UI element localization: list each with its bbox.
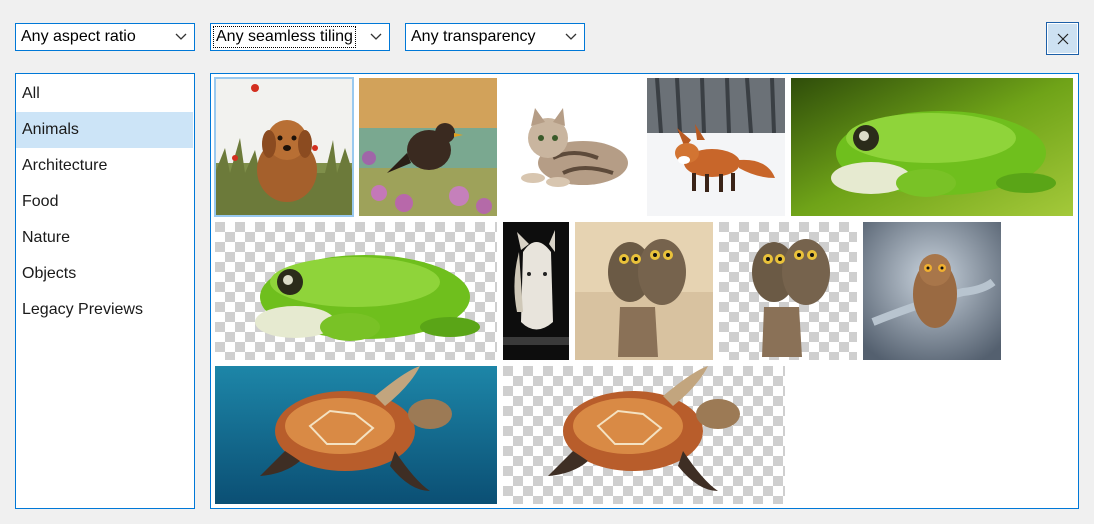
category-item-legacy-previews[interactable]: Legacy Previews xyxy=(16,292,193,328)
chevron-down-icon xyxy=(370,33,382,40)
seamless-tiling-value: Any seamless tiling xyxy=(213,26,356,48)
image-thumb-sea-turtle[interactable] xyxy=(215,366,497,504)
category-item-all[interactable]: All xyxy=(16,76,193,112)
transparency-combobox[interactable]: Any transparency xyxy=(405,23,585,51)
transparency-value: Any transparency xyxy=(411,28,536,45)
seamless-tiling-combobox[interactable]: Any seamless tiling xyxy=(210,23,390,51)
image-thumb-fox[interactable] xyxy=(647,78,785,216)
image-thumb-kitten[interactable] xyxy=(503,78,641,216)
category-item-food[interactable]: Food xyxy=(16,184,193,220)
category-list[interactable]: All Animals Architecture Food Nature Obj… xyxy=(15,73,195,509)
image-thumb-frog[interactable] xyxy=(791,78,1073,216)
chevron-down-icon xyxy=(175,33,187,40)
image-thumb-dog[interactable] xyxy=(214,77,354,217)
image-gallery[interactable] xyxy=(210,73,1079,509)
category-item-objects[interactable]: Objects xyxy=(16,256,193,292)
category-item-nature[interactable]: Nature xyxy=(16,220,193,256)
image-thumb-owls[interactable] xyxy=(575,222,713,360)
category-item-architecture[interactable]: Architecture xyxy=(16,148,193,184)
image-thumb-frog-transparent[interactable] xyxy=(215,222,497,360)
close-icon xyxy=(1057,33,1068,44)
image-thumb-blackbird[interactable] xyxy=(359,78,497,216)
aspect-ratio-combobox[interactable]: Any aspect ratio xyxy=(15,23,195,51)
chevron-down-icon xyxy=(565,33,577,40)
category-item-animals[interactable]: Animals xyxy=(16,112,193,148)
image-thumb-horse[interactable] xyxy=(503,222,569,360)
image-thumb-sea-turtle-transparent[interactable] xyxy=(503,366,785,504)
image-thumb-owl-branch[interactable] xyxy=(863,222,1001,360)
aspect-ratio-value: Any aspect ratio xyxy=(21,28,136,45)
image-thumb-owls-transparent[interactable] xyxy=(719,222,857,360)
close-button[interactable] xyxy=(1046,22,1079,55)
